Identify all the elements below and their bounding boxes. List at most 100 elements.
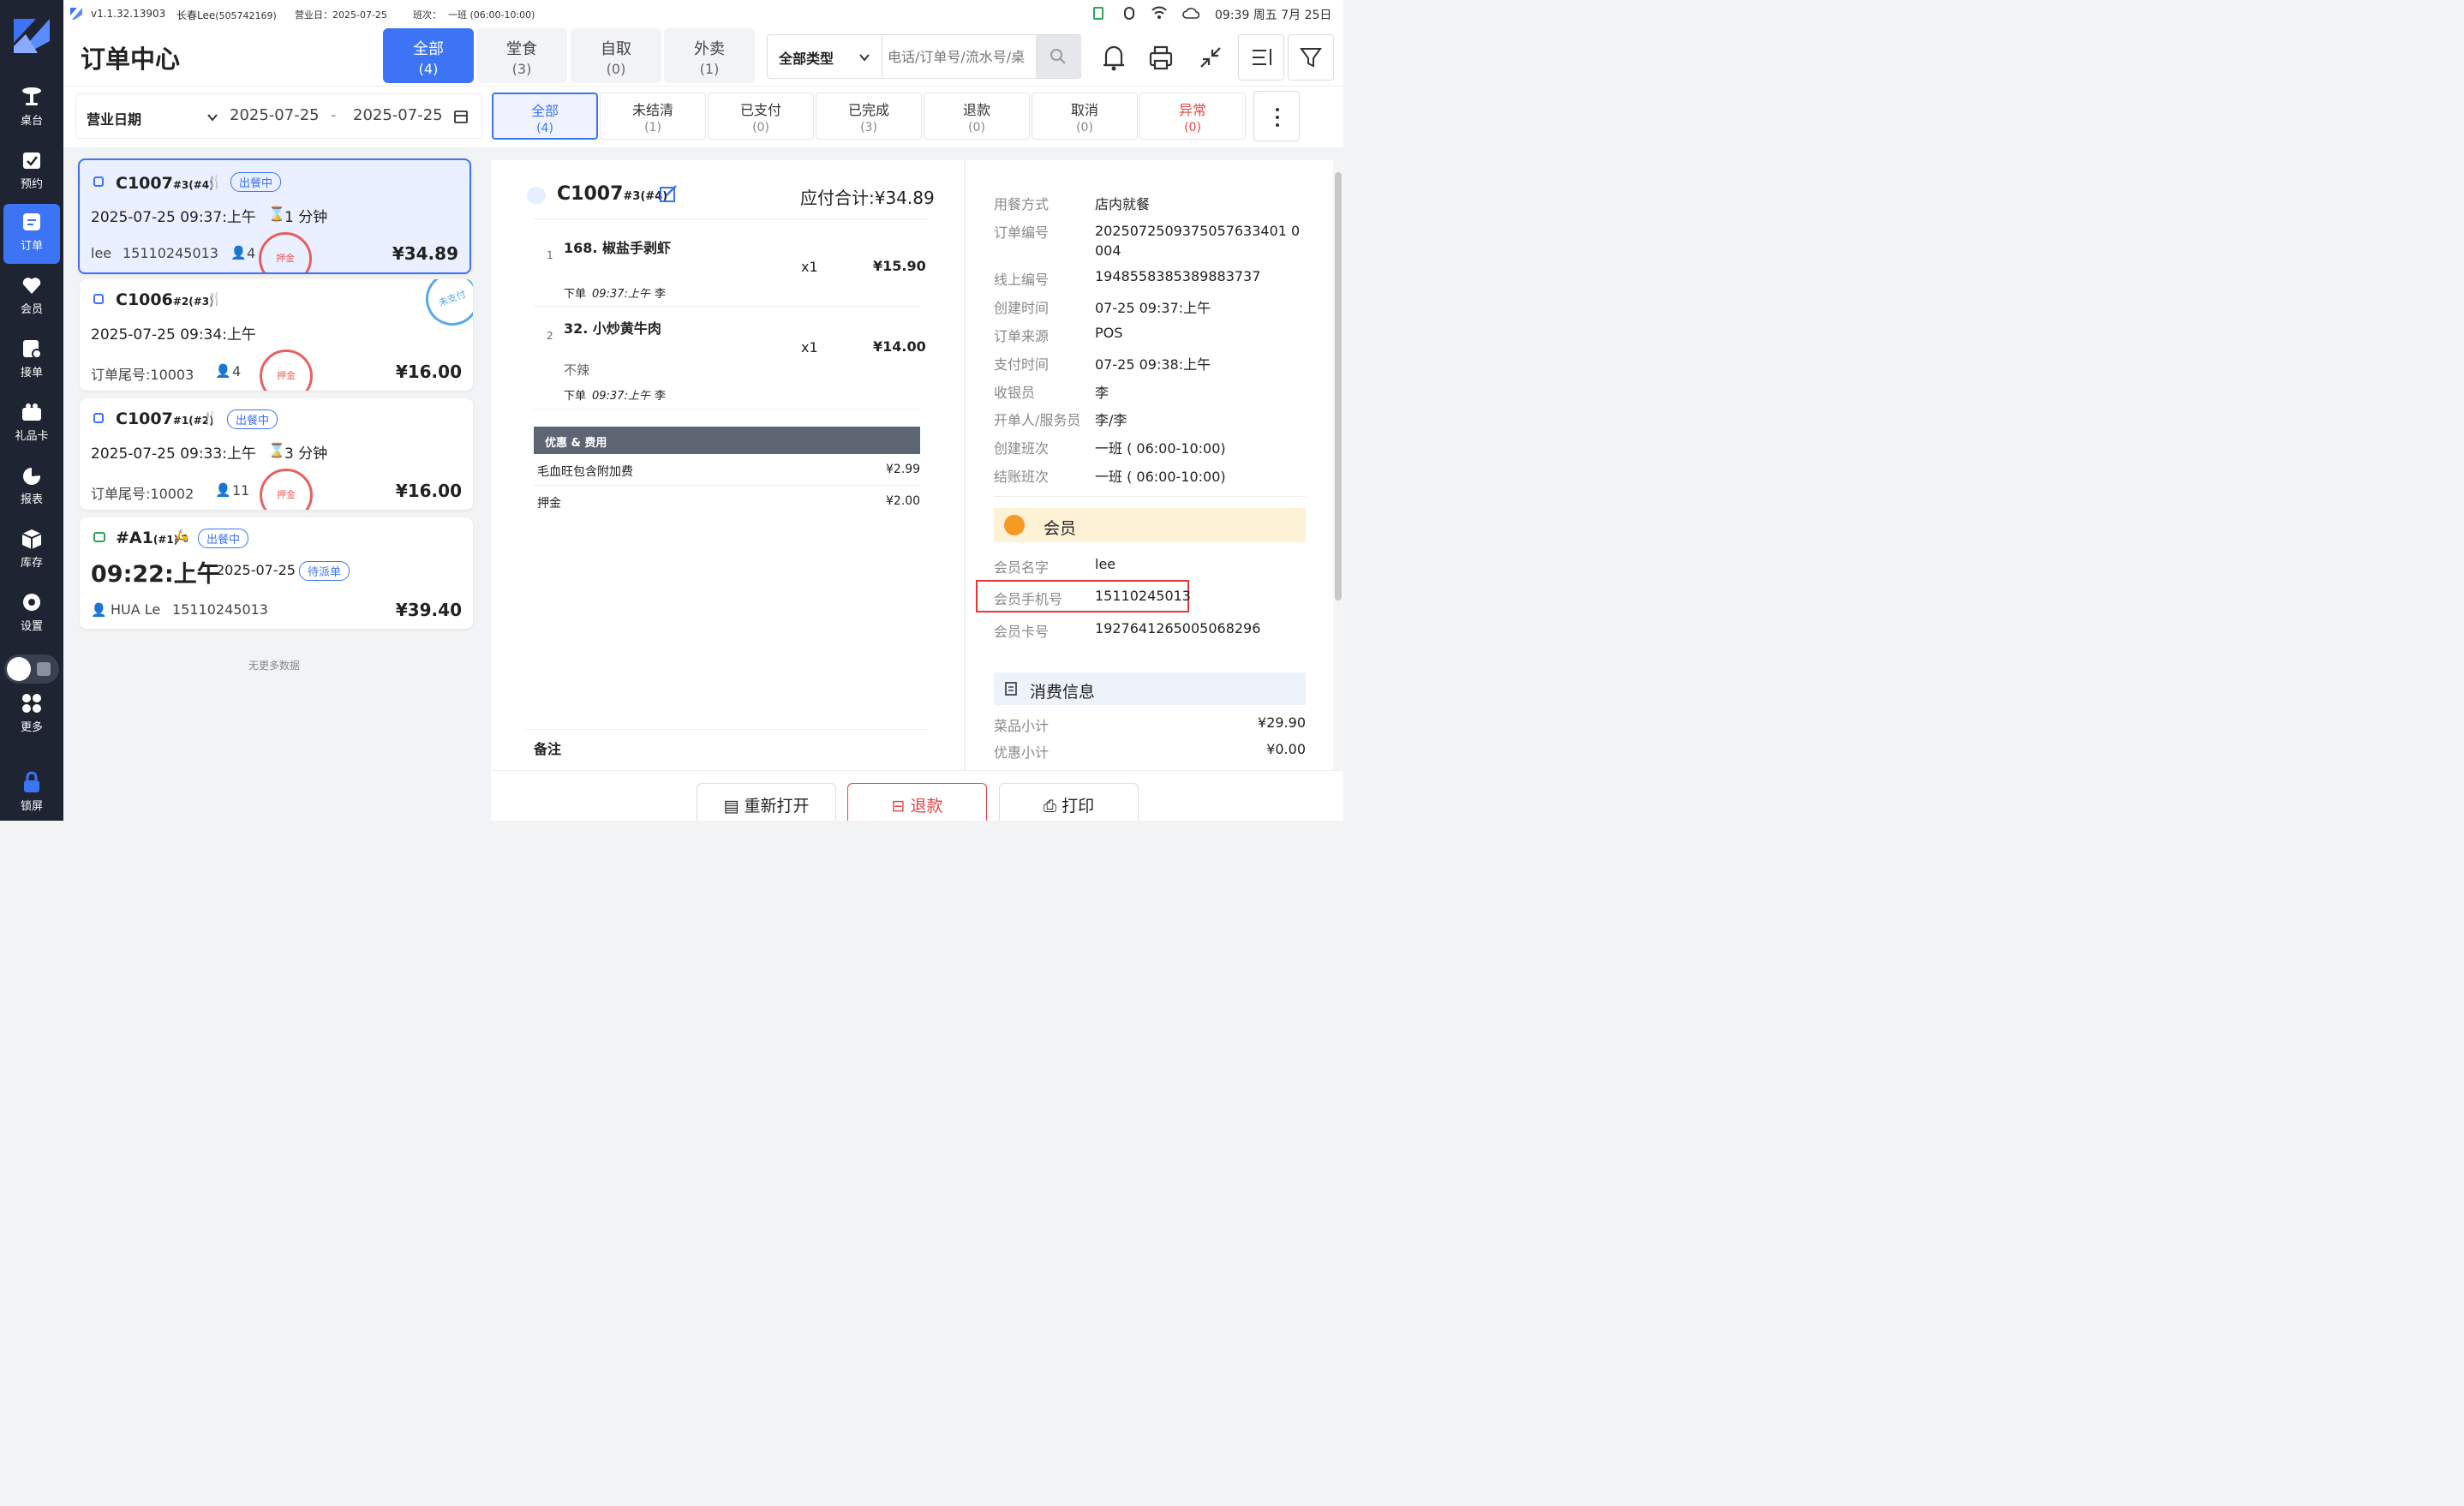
info-value: 1927641265005068296 bbox=[1095, 620, 1261, 636]
refund-button[interactable]: ⊟ 退款 bbox=[847, 783, 987, 821]
order-info-panel: 用餐方式 店内就餐 订单编号 2025072509375057633401 0004… bbox=[965, 160, 1333, 770]
deposit-stamp: 押金 bbox=[260, 469, 313, 510]
utensils-icon: 🍴 bbox=[206, 174, 223, 189]
sidebar-item-more[interactable]: 更多 bbox=[3, 685, 60, 745]
deposit-stamp: 押金 bbox=[259, 232, 312, 272]
member-header: 会员 bbox=[994, 508, 1306, 542]
info-key: 线上编号 bbox=[994, 272, 1050, 288]
sort-button[interactable] bbox=[1238, 34, 1284, 81]
scrollbar[interactable] bbox=[1333, 160, 1343, 770]
sidebar-item-label: 桌台 bbox=[20, 115, 43, 128]
status-tab-refund[interactable]: 退款 (0) bbox=[924, 93, 1030, 140]
order-date: 2025-07-25 bbox=[216, 562, 296, 578]
order-code-text: C1007 bbox=[116, 409, 173, 428]
mode-toggle[interactable] bbox=[4, 654, 59, 684]
tab-label: 退款 bbox=[962, 102, 990, 118]
date-to[interactable]: 2025-07-25 bbox=[353, 106, 443, 124]
edit-icon[interactable] bbox=[659, 184, 678, 203]
list-end-text: 无更多数据 bbox=[248, 660, 301, 672]
status-tab-completed[interactable]: 已完成 (3) bbox=[816, 93, 922, 140]
printer-button[interactable] bbox=[1138, 34, 1184, 81]
tab-label: 已支付 bbox=[739, 102, 781, 118]
sidebar-item-member[interactable]: 会员 bbox=[3, 267, 60, 327]
tab-count: (1) bbox=[699, 61, 720, 77]
sidebar-item-label: 会员 bbox=[20, 303, 43, 316]
info-value: 1948558385389883737 bbox=[1095, 268, 1261, 284]
person-icon: 👤 bbox=[91, 602, 107, 618]
tab-all[interactable]: 全部 (4) bbox=[383, 28, 474, 83]
heart-icon bbox=[22, 278, 41, 294]
info-value: 07-25 09:38:上午 bbox=[1095, 356, 1211, 373]
sidebar-item-receive[interactable]: 接单 bbox=[3, 331, 60, 391]
tab-dine-in[interactable]: 堂食 (3) bbox=[476, 28, 567, 83]
tab-delivery[interactable]: 外卖 (1) bbox=[664, 28, 755, 83]
app-mini-logo bbox=[70, 8, 82, 20]
pie-chart-icon bbox=[23, 466, 41, 485]
status-badge: 出餐中 bbox=[230, 172, 282, 192]
receive-order-icon bbox=[23, 340, 42, 359]
sidebar: 桌台 预约 订单 会员 接单 礼品卡 报表 库存 设置 更多 锁屏 bbox=[0, 0, 63, 821]
sidebar-item-lock[interactable]: 锁屏 bbox=[3, 764, 60, 821]
print-button[interactable]: ⎙ 打印 bbox=[999, 783, 1139, 821]
order-card[interactable]: C1006#2(#3) 🍴 未支付 2025-07-25 09:34:上午 订单… bbox=[80, 279, 473, 391]
status-tab-paid[interactable]: 已支付 (0) bbox=[708, 93, 814, 140]
customer-phone: 15110245013 bbox=[123, 245, 218, 261]
search-input[interactable] bbox=[888, 44, 1033, 69]
search-button[interactable] bbox=[1036, 35, 1081, 78]
store-id: (505742169) bbox=[215, 10, 277, 21]
status-tab-unsettled[interactable]: 未结清 (1) bbox=[600, 93, 706, 140]
sidebar-item-label: 更多 bbox=[20, 721, 43, 734]
tab-label: 自取 bbox=[601, 40, 631, 58]
collapse-icon bbox=[1200, 47, 1221, 68]
utensils-icon: 🍴 bbox=[202, 410, 218, 426]
sidebar-item-giftcard[interactable]: 礼品卡 bbox=[3, 394, 60, 454]
order-tail: 订单尾号:10003 bbox=[91, 367, 194, 383]
sidebar-item-orders[interactable]: 订单 bbox=[3, 204, 60, 264]
sidebar-item-settings[interactable]: 设置 bbox=[3, 584, 60, 644]
tab-pickup[interactable]: 自取 (0) bbox=[571, 28, 661, 83]
status-tab-cancelled[interactable]: 取消 (0) bbox=[1032, 93, 1138, 140]
reopen-button[interactable]: ▤ 重新打开 bbox=[697, 783, 836, 821]
filter-icon bbox=[1300, 48, 1322, 68]
item-index: 2 bbox=[547, 330, 553, 342]
sort-icon bbox=[1253, 49, 1271, 65]
detail-total: 应付合计:¥34.89 bbox=[800, 188, 935, 208]
order-time: 2025-07-25 09:34:上午 bbox=[91, 326, 256, 344]
info-value: 店内就餐 bbox=[1095, 196, 1151, 212]
order-time: 2025-07-25 09:37:上午 bbox=[91, 209, 256, 226]
dine-in-icon bbox=[93, 413, 104, 423]
scrollbar-thumb[interactable] bbox=[1335, 172, 1342, 601]
item-qty: x1 bbox=[801, 339, 818, 356]
wifi-icon bbox=[1151, 6, 1167, 19]
order-card[interactable]: #A1(#1) 🛵 出餐中 09:22:上午 2025-07-25 待派单 👤 … bbox=[80, 517, 473, 629]
order-card[interactable]: C1007#1(#2) 🍴 出餐中 2025-07-25 09:33:上午 ⌛ … bbox=[80, 398, 473, 510]
status-tab-abnormal[interactable]: 异常 (0) bbox=[1139, 93, 1246, 140]
type-select[interactable]: 全部类型 bbox=[779, 47, 834, 68]
sidebar-item-reservation[interactable]: 预约 bbox=[3, 142, 60, 202]
excel-icon bbox=[1093, 7, 1103, 20]
sidebar-item-report[interactable]: 报表 bbox=[3, 457, 60, 517]
more-options-button[interactable] bbox=[1253, 91, 1300, 141]
order-card[interactable]: C1007#3(#4) 🍴 出餐中 2025-07-25 09:37:上午 ⌛ … bbox=[78, 158, 471, 274]
fees-header: 优惠 & 费用 bbox=[534, 427, 920, 454]
sidebar-item-inventory[interactable]: 库存 bbox=[3, 521, 60, 581]
detail-code: C1007#3(#4) bbox=[557, 183, 667, 205]
order-price: ¥39.40 bbox=[395, 600, 462, 620]
info-value: 一班 ( 06:00-10:00) bbox=[1095, 440, 1226, 457]
info-key: 用餐方式 bbox=[994, 196, 1050, 212]
fee-amount: ¥2.99 bbox=[886, 463, 921, 476]
chevron-down-icon bbox=[859, 54, 870, 62]
collapse-button[interactable] bbox=[1187, 34, 1234, 81]
tab-label: 全部 bbox=[530, 103, 559, 119]
item-placed: 下单 bbox=[564, 288, 587, 301]
date-from[interactable]: 2025-07-25 bbox=[230, 106, 320, 124]
notification-button[interactable] bbox=[1091, 34, 1137, 81]
filter-button[interactable] bbox=[1288, 34, 1334, 81]
date-range-picker[interactable]: 营业日期 2025-07-25 - 2025-07-25 bbox=[75, 93, 483, 139]
tab-count: (0) bbox=[752, 121, 769, 134]
status-tab-all[interactable]: 全部 (4) bbox=[492, 93, 598, 140]
detail-code-text: C1007 bbox=[557, 183, 624, 205]
calendar-check-icon bbox=[23, 152, 40, 169]
tab-label: 取消 bbox=[1070, 102, 1098, 118]
sidebar-item-table[interactable]: 桌台 bbox=[3, 79, 60, 139]
